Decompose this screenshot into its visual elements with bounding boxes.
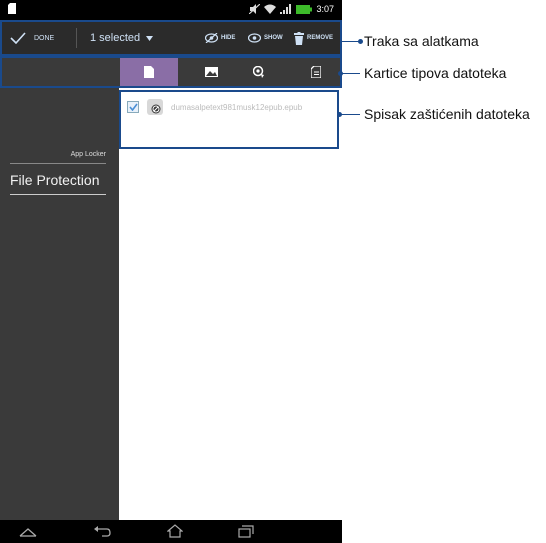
document-icon [144, 66, 154, 78]
blocked-file-icon [151, 104, 161, 114]
sidebar-item-file-protection[interactable]: File Protection [10, 172, 99, 188]
battery-icon [296, 4, 313, 14]
callout-tabs: Kartice tipova datoteka [364, 65, 507, 81]
checkbox-check-icon [128, 103, 138, 111]
selection-dropdown[interactable]: 1 selected [90, 22, 154, 54]
remove-label: REMOVE [307, 35, 334, 41]
file-icon [147, 99, 163, 115]
sim-card-icon [8, 3, 16, 14]
clock: 3:07 [316, 4, 334, 14]
file-checkbox[interactable] [127, 101, 139, 113]
show-label: SHOW [264, 35, 283, 41]
callout-dot-tabs [338, 71, 343, 76]
recent-apps-icon[interactable] [238, 525, 254, 538]
signal-icon [280, 4, 292, 14]
remove-button[interactable]: REMOVE [294, 22, 333, 54]
status-bar: 3:07 [0, 0, 342, 20]
show-eye-icon [248, 33, 261, 43]
tab-documents[interactable] [120, 58, 178, 86]
sidebar-divider-bottom [10, 194, 106, 195]
checkmark-icon [10, 32, 26, 44]
device-screen: 3:07 DONE 1 selected HIDE SHOW REMOVE Ap… [0, 0, 342, 543]
callout-toolbar: Traka sa alatkama [364, 33, 479, 49]
app-locker-label: App Locker [70, 151, 106, 158]
tab-videos[interactable] [230, 58, 288, 86]
protected-files-panel: dumasalpetext981musk12epub.epub [119, 88, 342, 520]
wifi-icon [264, 4, 277, 14]
home-icon[interactable] [167, 524, 183, 538]
file-type-tabs [0, 56, 342, 88]
selection-label: 1 selected [90, 32, 141, 44]
done-button[interactable]: DONE [10, 22, 54, 54]
dropdown-arrow-icon [146, 35, 154, 41]
done-label: DONE [34, 34, 55, 42]
tab-others[interactable] [288, 58, 344, 86]
show-button[interactable]: SHOW [248, 22, 283, 54]
toolbar-divider [76, 28, 77, 48]
hide-eye-icon [205, 33, 218, 43]
trash-icon [294, 31, 304, 45]
file-name: dumasalpetext981musk12epub.epub [171, 102, 303, 112]
callout-line-tabs [341, 73, 360, 74]
menu-up-icon[interactable] [19, 527, 37, 537]
callout-line-list [341, 114, 360, 115]
hide-label: HIDE [221, 35, 236, 41]
callout-dot-toolbar [358, 39, 363, 44]
file-list: dumasalpetext981musk12epub.epub [119, 90, 339, 149]
callout-list: Spisak zaštićenih datoteka [364, 106, 530, 122]
hide-button[interactable]: HIDE [205, 22, 235, 54]
back-icon[interactable] [93, 525, 111, 537]
image-icon [204, 67, 218, 77]
mute-icon [249, 4, 261, 14]
list-item[interactable]: dumasalpetext981musk12epub.epub [127, 99, 302, 115]
toolbar: DONE 1 selected HIDE SHOW REMOVE [0, 20, 342, 56]
callout-dot-list [337, 112, 342, 117]
sidebar-divider-top [10, 163, 106, 164]
video-icon [253, 66, 264, 78]
other-file-icon [311, 66, 321, 78]
navigation-bar [0, 520, 342, 543]
sidebar: App Locker File Protection [0, 88, 119, 520]
